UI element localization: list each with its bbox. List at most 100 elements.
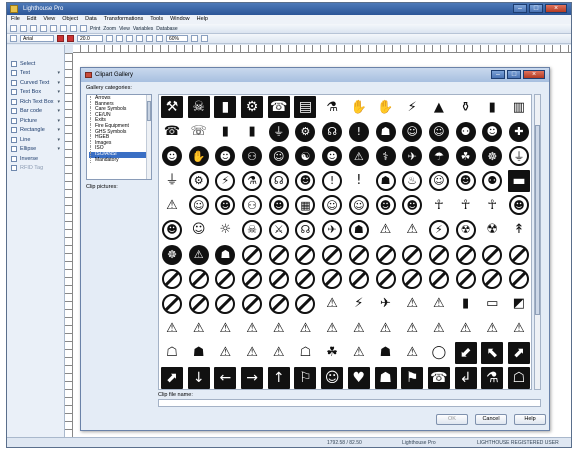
clipart-symbol[interactable]: ☖	[161, 342, 183, 364]
clipart-symbol[interactable]: ⚔	[268, 219, 290, 241]
clipart-symbol[interactable]: ⚠	[294, 317, 316, 339]
clipart-symbol[interactable]: ☺	[188, 194, 210, 216]
clipart-symbol[interactable]: ⚠	[348, 317, 370, 339]
clipart-symbol[interactable]	[455, 268, 477, 290]
clipart-symbol[interactable]: ☻	[321, 145, 343, 167]
clipart-symbol[interactable]: ▮	[214, 121, 236, 143]
clipart-symbol[interactable]	[241, 244, 263, 266]
clipart-symbol[interactable]	[508, 268, 530, 290]
clipart-symbol[interactable]	[188, 268, 210, 290]
clipart-symbol[interactable]: ⚗	[481, 366, 504, 389]
menu-item-help[interactable]: Help	[197, 15, 208, 24]
clipart-symbol[interactable]: ⚠	[401, 219, 423, 241]
clipart-symbol[interactable]: ⚗	[241, 170, 263, 192]
database-button[interactable]: Database	[156, 26, 177, 32]
clipart-symbol[interactable]: ☺	[188, 219, 210, 241]
clipart-symbol[interactable]: ☻	[294, 170, 316, 192]
close-button[interactable]: ×	[545, 4, 567, 13]
clipart-symbol[interactable]: ☘	[455, 145, 477, 167]
clipart-symbol[interactable]	[268, 268, 290, 290]
clipart-symbol[interactable]: ☂	[428, 145, 450, 167]
clipart-symbol[interactable]: ⏚	[508, 145, 530, 167]
clipart-symbol[interactable]: ☎	[161, 121, 183, 143]
clipart-symbol[interactable]: ▭	[481, 293, 503, 315]
clipart-symbol[interactable]: ♨	[401, 170, 423, 192]
tool-text-box[interactable]: Text Box ▾	[7, 88, 64, 98]
menu-item-window[interactable]: Window	[170, 15, 190, 24]
minimize-button[interactable]: –	[513, 4, 527, 13]
clipart-symbol[interactable]: ☺	[401, 121, 423, 143]
clipart-symbol[interactable]: →	[241, 366, 264, 389]
clipart-symbol[interactable]: ☻	[214, 194, 236, 216]
undo-icon[interactable]	[70, 25, 77, 32]
zoom-select[interactable]: 60%	[166, 35, 188, 42]
clipart-symbol[interactable]: ▮	[481, 96, 503, 118]
rotate-icon[interactable]	[146, 35, 153, 42]
clipart-symbol[interactable]: ☯	[294, 145, 316, 167]
clipart-symbol[interactable]: ⚠	[428, 317, 450, 339]
clipart-symbol[interactable]	[241, 268, 263, 290]
clipart-symbol[interactable]: ✚	[508, 121, 530, 143]
clipart-symbol[interactable]: ☥	[481, 194, 503, 216]
clipart-symbol[interactable]: ⚠	[161, 194, 183, 216]
redo-icon[interactable]	[80, 25, 87, 32]
maximize-button[interactable]: □	[529, 4, 543, 13]
clipart-symbol[interactable]: ⚠	[321, 293, 343, 315]
clipart-symbol[interactable]	[294, 268, 316, 290]
clipart-symbol[interactable]: ⚠	[401, 317, 423, 339]
menu-item-file[interactable]: File	[11, 15, 20, 24]
clipart-symbol[interactable]	[508, 244, 530, 266]
clipart-symbol[interactable]: ⚉	[455, 121, 477, 143]
clipart-symbol[interactable]	[348, 244, 370, 266]
tool-curved-text[interactable]: Curved Text ▾	[7, 78, 64, 88]
clipart-symbol[interactable]	[401, 244, 423, 266]
clipart-symbol[interactable]	[268, 293, 290, 315]
clipart-symbol[interactable]: ✋	[375, 96, 397, 118]
tool-dropdown-icon[interactable]: ▾	[57, 70, 60, 76]
clipart-symbol[interactable]: ⚉	[481, 170, 503, 192]
tool-dropdown-icon[interactable]: ▾	[57, 127, 60, 133]
tool-dropdown-icon[interactable]: ▾	[57, 80, 60, 86]
tool-ellipse[interactable]: Ellipse ▾	[7, 145, 64, 155]
copy-icon[interactable]	[50, 25, 57, 32]
menu-item-data[interactable]: Data	[85, 15, 97, 24]
clipart-symbol[interactable]: ⚙	[188, 170, 210, 192]
align-left-icon[interactable]	[106, 35, 113, 42]
clipart-symbol[interactable]: ☥	[428, 194, 450, 216]
clipart-symbol[interactable]: ⏚	[268, 121, 290, 143]
clipart-symbol[interactable]: ☺	[428, 121, 450, 143]
clipart-symbol[interactable]	[428, 244, 450, 266]
align-right-icon[interactable]	[126, 35, 133, 42]
clipart-symbol[interactable]: ☻	[161, 219, 183, 241]
clipart-symbol[interactable]: ⚠	[241, 317, 263, 339]
clipart-symbol[interactable]: ☖	[507, 366, 530, 389]
tool-inverse[interactable]: Inverse	[7, 154, 64, 164]
clipart-symbol[interactable]: ▲	[428, 96, 450, 118]
new-icon[interactable]	[10, 25, 17, 32]
clipart-symbol[interactable]: ☻	[161, 145, 183, 167]
clipart-symbol[interactable]: ⚗	[321, 96, 343, 118]
clipart-symbol[interactable]: ◯	[428, 342, 450, 364]
tool-dropdown-icon[interactable]: ▾	[57, 89, 60, 95]
tool-text[interactable]: Text ▾	[7, 69, 64, 79]
menu-item-edit[interactable]: Edit	[27, 15, 36, 24]
clipart-symbol[interactable]	[188, 293, 210, 315]
clipart-symbol[interactable]: ▮	[241, 121, 263, 143]
clipart-symbol[interactable]: ⚠	[401, 293, 423, 315]
category-tree[interactable]: Arrows Banners Care Symbols CE/UN Exits Fire …	[86, 94, 152, 180]
clipart-symbol[interactable]	[375, 268, 397, 290]
clipart-symbol[interactable]: ⚡	[214, 170, 236, 192]
clipart-symbol[interactable]: ☻	[375, 194, 397, 216]
clipart-symbol[interactable]: ☺	[321, 194, 343, 216]
clipart-symbol[interactable]: ⚠	[268, 342, 290, 364]
justify-icon[interactable]	[136, 35, 143, 42]
snap-icon[interactable]	[201, 35, 208, 42]
clipart-symbol[interactable]: ⚠	[214, 342, 236, 364]
clipart-symbol[interactable]: ▦	[294, 194, 316, 216]
clipart-symbol[interactable]: ⚠	[188, 244, 210, 266]
clipart-symbol[interactable]: ☊	[268, 170, 290, 192]
open-icon[interactable]	[20, 25, 27, 32]
tool-dropdown-icon[interactable]: ▾	[57, 118, 60, 124]
clipart-symbol[interactable]: ⚙	[241, 96, 264, 118]
category-item[interactable]: Mandatory	[89, 157, 151, 164]
